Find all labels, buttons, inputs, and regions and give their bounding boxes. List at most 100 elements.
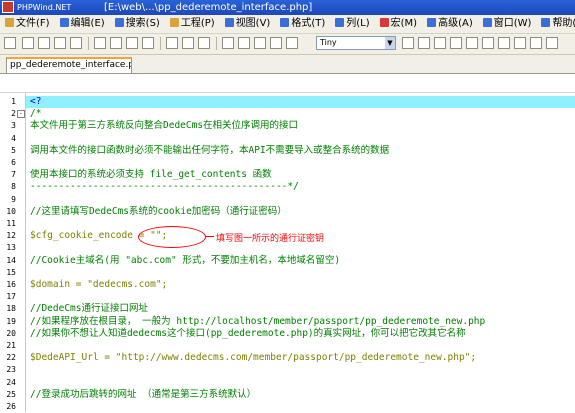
- font-select[interactable]: Tiny ▼: [316, 36, 396, 50]
- code-line[interactable]: 25 //登录成功后跳转的网址 （通常是第三方系统默认）: [0, 389, 575, 401]
- bookmark-icon[interactable]: [402, 37, 414, 49]
- menu-item[interactable]: 搜索(S): [110, 15, 165, 33]
- menu-item[interactable]: 工程(P): [165, 15, 220, 33]
- code-text: 使用本接口的系统必须支持 file_get_contents 函数: [30, 169, 272, 181]
- code-line[interactable]: 3 本文件用于第三方系统反向整合DedeCms在相关位序调用的接口: [0, 120, 575, 132]
- code-line[interactable]: 17: [0, 291, 575, 303]
- menu-item[interactable]: 帮助(H): [536, 15, 575, 33]
- code-line[interactable]: 26: [0, 401, 575, 413]
- menu-icon: [169, 18, 179, 27]
- spell-check-icon[interactable]: [498, 37, 510, 49]
- menu-item[interactable]: 视图(V): [220, 15, 276, 33]
- find-icon[interactable]: [126, 37, 138, 49]
- code-line[interactable]: 4: [0, 133, 575, 145]
- column-mode-icon[interactable]: [198, 37, 210, 49]
- menu-item[interactable]: 高级(A): [422, 15, 478, 33]
- code-line[interactable]: 14 //Cookie主域名(用 "abc.com" 形式，不要加主机名，本地域名…: [0, 255, 575, 267]
- code-line[interactable]: 18 //DedeCms通行证接口网址: [0, 303, 575, 315]
- menu-icon: [541, 18, 551, 27]
- code-line[interactable]: 19 //如果程序放在根目录， 一般为 http://localhost/memb…: [0, 316, 575, 328]
- replace-icon[interactable]: [142, 37, 154, 49]
- redo-icon[interactable]: [238, 37, 250, 49]
- code-line[interactable]: 9: [0, 194, 575, 206]
- save-icon[interactable]: [54, 37, 66, 49]
- menu-item-label: 工程(P): [180, 18, 215, 29]
- macro-record-icon[interactable]: [514, 37, 526, 49]
- line-number: 14: [6, 255, 16, 265]
- code-line[interactable]: 5 调用本文件的接口函数时必须不能输出任何字符，本API不需要导入或整合系统的数据: [0, 145, 575, 157]
- code-line[interactable]: 24: [0, 377, 575, 389]
- zoom-icon[interactable]: [450, 37, 462, 49]
- code-text: //DedeCms通行证接口网址: [30, 303, 148, 315]
- run-icon[interactable]: [466, 37, 478, 49]
- print-preview-icon[interactable]: [110, 37, 122, 49]
- bookmark-prev-icon[interactable]: [434, 37, 446, 49]
- code-line[interactable]: 16 $domain = "dedecms.com";: [0, 279, 575, 291]
- menu-icon: [379, 18, 389, 27]
- indent-icon[interactable]: [182, 37, 194, 49]
- code-text: //这里请填写DedeCms系统的cookie加密码（通行证密码）: [30, 205, 287, 217]
- code-line[interactable]: 21: [0, 340, 575, 352]
- code-line[interactable]: 13: [0, 242, 575, 254]
- menu-icon: [59, 18, 69, 27]
- menu-item[interactable]: 格式(T): [275, 15, 330, 33]
- word-wrap-icon[interactable]: [166, 37, 178, 49]
- paste-icon[interactable]: [286, 37, 298, 49]
- print-icon[interactable]: [94, 37, 106, 49]
- bookmark-next-icon[interactable]: [418, 37, 430, 49]
- copy-icon[interactable]: [270, 37, 282, 49]
- logo-icon: [2, 1, 14, 13]
- window-title: [E:\web\...\pp_dederemote_interface.php]: [104, 0, 312, 15]
- code-line[interactable]: 10 //这里请填写DedeCms系统的cookie加密码（通行证密码）: [0, 206, 575, 218]
- menu-grip-icon: [4, 37, 16, 49]
- code-text: $domain = "dedecms.com";: [30, 279, 168, 290]
- code-line[interactable]: 20 //如果你不想让人知道dedecms这个接口(pp_dederemote.p…: [0, 328, 575, 340]
- code-line[interactable]: 7 使用本接口的系统必须支持 file_get_contents 函数: [0, 169, 575, 181]
- line-number: 13: [6, 243, 16, 253]
- toolbar-separator: [216, 37, 217, 50]
- line-number: 12: [6, 231, 16, 241]
- undo-icon[interactable]: [222, 37, 234, 49]
- menu-icon: [5, 18, 14, 27]
- menu-item[interactable]: 窗口(W): [478, 15, 537, 33]
- line-number: 23: [6, 365, 16, 375]
- code-line[interactable]: 2-/*: [0, 108, 575, 120]
- menu-item[interactable]: 编辑(E): [55, 15, 110, 33]
- new-file-icon[interactable]: [22, 37, 34, 49]
- line-number: 11: [6, 219, 16, 228]
- menu-item[interactable]: 文件(F): [0, 15, 55, 33]
- open-folder-icon[interactable]: [38, 37, 50, 49]
- code-line[interactable]: 15: [0, 267, 575, 279]
- cut-icon[interactable]: [254, 37, 266, 49]
- line-number: 9: [11, 194, 16, 204]
- code-line[interactable]: 8 ---------------------------------------…: [0, 181, 575, 193]
- menu-item-label: 格式(T): [291, 18, 326, 29]
- code-text: //登录成功后跳转的网址 （通常是第三方系统默认）: [30, 388, 257, 400]
- menu-item[interactable]: 列(L): [330, 15, 374, 33]
- code-text: ----------------------------------------…: [30, 181, 299, 193]
- menu-item-label: 文件(F): [16, 18, 50, 29]
- tab-pp-dederemote-interface[interactable]: pp_dederemote_interface.php: [6, 57, 132, 73]
- code-line[interactable]: 6: [0, 157, 575, 169]
- chevron-down-icon[interactable]: ▼: [385, 37, 395, 49]
- save-all-icon[interactable]: [70, 37, 82, 49]
- code-line[interactable]: 23: [0, 364, 575, 376]
- title-bar: PHPWind.NET [E:\web\...\pp_dederemote_in…: [0, 0, 575, 15]
- menu-item[interactable]: 宏(M): [375, 15, 422, 33]
- code-text: /*: [30, 108, 42, 120]
- code-text: //如果程序放在根目录， 一般为 http://localhost/member…: [30, 315, 486, 327]
- code-line[interactable]: 22 $DedeAPI_Url = "http://www.dedecms.com…: [0, 352, 575, 364]
- code-line[interactable]: 1 <?: [0, 96, 575, 108]
- column-ruler: [0, 74, 575, 93]
- line-number: 22: [6, 353, 16, 363]
- settings-icon[interactable]: [546, 37, 558, 49]
- line-number: 7: [11, 170, 16, 180]
- code-text: 本文件用于第三方系统反向整合DedeCms在相关位序调用的接口: [30, 120, 299, 132]
- macro-play-icon[interactable]: [530, 37, 542, 49]
- browser-preview-icon[interactable]: [482, 37, 494, 49]
- fold-toggle-icon[interactable]: -: [17, 110, 25, 119]
- menu-item-label: 视图(V): [235, 18, 271, 29]
- line-number: 21: [6, 341, 16, 350]
- line-number: 15: [6, 267, 16, 277]
- code-line[interactable]: 11: [0, 218, 575, 230]
